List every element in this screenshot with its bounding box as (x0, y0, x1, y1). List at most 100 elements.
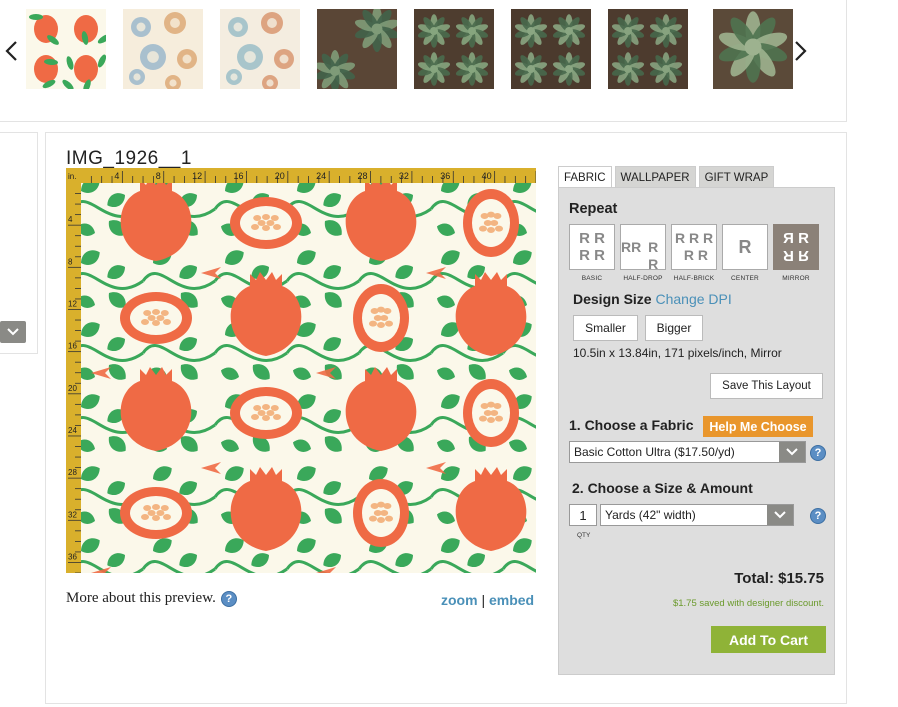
pomegranate-cut (353, 479, 409, 547)
collapsed-dropdown-button[interactable] (0, 321, 26, 343)
help-question-icon[interactable]: ? (220, 590, 237, 607)
chevron-down-icon (7, 328, 19, 336)
succulent-large-thumb[interactable] (713, 9, 793, 89)
pomegranate-cut (353, 284, 409, 352)
repeat-label: HALF-BRICK (673, 275, 715, 282)
size-unit-select[interactable]: Yards (42" width) (600, 504, 794, 526)
smaller-button[interactable]: Smaller (573, 315, 638, 341)
more-about-text: More about this preview. (66, 590, 216, 606)
pomegranate-cut (230, 197, 302, 249)
pomegranate-cut (463, 189, 519, 257)
save-layout-button[interactable]: Save This Layout (710, 373, 823, 399)
repeat-heading: Repeat (569, 201, 618, 217)
repeat-half-drop-icon: R RR R (620, 224, 666, 270)
pomegranate-cut (120, 487, 192, 539)
repeat-option-half-drop[interactable]: R RR R HALF-DROP (620, 224, 666, 282)
tab-wallpaper[interactable]: WALLPAPER (614, 166, 696, 188)
bigger-button[interactable]: Bigger (645, 315, 703, 341)
ruler-top-label: 12 (192, 171, 202, 181)
fabric-select-value: Basic Cotton Ultra ($17.50/yd) (574, 445, 735, 459)
ruler-left-label: 8 (68, 257, 73, 266)
pomegranate-pattern-thumb-image (26, 9, 106, 89)
pomegranate-cut (230, 387, 302, 439)
embed-link[interactable]: embed (489, 592, 534, 608)
design-preview: in. 4 8 12 16 20 24 28 32 36 40 4 8 12 16 20 24 28 32 36 (66, 168, 537, 574)
tab-fabric[interactable]: FABRIC (558, 166, 612, 188)
watercolor-circles-thumb-2[interactable] (220, 9, 300, 89)
ruler-top-ticks: in. 4 8 12 16 20 24 28 32 36 40 (68, 171, 537, 183)
ruler-top-label: 28 (358, 171, 368, 181)
fabric-pattern-preview[interactable] (81, 183, 536, 573)
repeat-label: CENTER (731, 275, 759, 282)
ruler-left-label: 36 (68, 552, 77, 561)
succulent-photo-thumb[interactable] (317, 9, 397, 89)
ruler-left-label: 4 (68, 215, 73, 224)
repeat-options: R RR R BASIC R RR R HALF-DROP R R R R R … (569, 224, 819, 282)
succulent-photo-thumb-2-image (414, 9, 494, 89)
size-help-icon[interactable]: ? (810, 508, 826, 524)
repeat-option-basic[interactable]: R RR R BASIC (569, 224, 615, 282)
ruler-unit-label: in. (68, 172, 76, 181)
ruler-left: 4 8 12 16 20 24 28 32 36 (66, 183, 81, 574)
size-unit-value: Yards (42" width) (605, 508, 696, 522)
ruler-top-label: 24 (316, 171, 326, 181)
design-title: IMG_1926__1 (66, 148, 192, 169)
carousel-prev-arrow[interactable] (0, 34, 24, 68)
zoom-embed-links: zoom | embed (441, 592, 534, 608)
ruler-top-label: 8 (156, 171, 161, 181)
pomegranate-pattern-thumb[interactable] (26, 9, 106, 89)
fabric-select[interactable]: Basic Cotton Ultra ($17.50/yd) (569, 441, 806, 463)
design-size-row: Design Size Change DPI (573, 291, 732, 307)
ruler-top-label: 16 (233, 171, 243, 181)
tab-gift-wrap[interactable]: GIFT WRAP (698, 166, 775, 188)
ruler-top-label: 36 (440, 171, 450, 181)
ruler-left-label: 28 (68, 468, 77, 477)
watercolor-circles-thumb-2-image (220, 9, 300, 89)
repeat-label: MIRROR (782, 275, 810, 282)
designer-discount-note: $1.75 saved with designer discount. (672, 598, 824, 609)
link-separator: | (481, 592, 486, 608)
watercolor-circles-thumb[interactable] (123, 9, 203, 89)
product-options-panel: Repeat R RR R BASIC R RR R HALF-DROP R R… (558, 187, 835, 675)
succulent-repeat-thumb-2-image (608, 9, 688, 89)
succulent-repeat-thumb-2[interactable] (608, 9, 688, 89)
choose-size-heading: 2. Choose a Size & Amount (572, 480, 753, 496)
previous-panel-edge (0, 132, 38, 354)
repeat-basic-icon: R RR R (569, 224, 615, 270)
ruler-left-label: 32 (68, 510, 77, 519)
quantity-input[interactable]: 1 (569, 504, 597, 526)
succulent-repeat-thumb-image (511, 9, 591, 89)
succulent-photo-thumb-2[interactable] (414, 9, 494, 89)
carousel-next-arrow[interactable] (788, 34, 812, 68)
help-me-choose-button[interactable]: Help Me Choose (703, 416, 813, 437)
pomegranate-pattern-image (81, 183, 536, 573)
ruler-top-label: 40 (482, 171, 492, 181)
succulent-repeat-thumb[interactable] (511, 9, 591, 89)
repeat-option-center[interactable]: R CENTER (722, 224, 768, 282)
repeat-option-half-brick[interactable]: R R R R R HALF-BRICK (671, 224, 717, 282)
ruler-top-label: 4 (114, 171, 119, 181)
zoom-link[interactable]: zoom (441, 592, 478, 608)
ruler-left-label: 24 (68, 426, 77, 435)
repeat-option-mirror[interactable]: R RR R MIRROR (773, 224, 819, 282)
repeat-label: HALF-DROP (623, 275, 663, 282)
more-about-preview: More about this preview. ? (66, 590, 237, 607)
chevron-down-icon (779, 442, 805, 462)
pomegranate-cut (463, 379, 519, 447)
quantity-label: QTY (577, 532, 591, 539)
thumbnail-carousel (0, 0, 847, 122)
ruler-top-label: 32 (399, 171, 409, 181)
chevron-right-icon (795, 41, 807, 61)
succulent-photo-thumb-image (317, 9, 397, 89)
fabric-help-icon[interactable]: ? (810, 445, 826, 461)
ruler-left-label: 20 (68, 384, 77, 393)
chevron-down-icon (767, 505, 793, 525)
add-to-cart-button[interactable]: Add To Cart (711, 626, 826, 653)
repeat-label: BASIC (581, 275, 603, 282)
design-dimensions: 10.5in x 13.84in, 171 pixels/inch, Mirro… (573, 346, 782, 360)
change-dpi-link[interactable]: Change DPI (655, 291, 731, 307)
design-size-heading: Design Size (573, 291, 652, 307)
ruler-left-label: 16 (68, 342, 77, 351)
ruler-top: in. 4 8 12 16 20 24 28 32 36 40 (66, 168, 537, 183)
repeat-half-brick-icon: R R R R R (671, 224, 717, 270)
